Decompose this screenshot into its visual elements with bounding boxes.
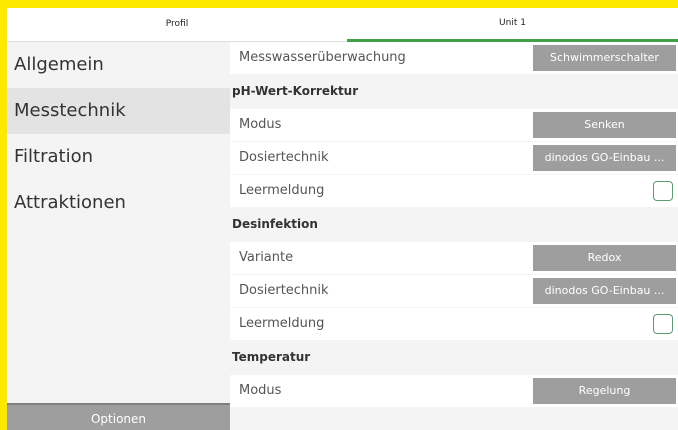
tab-unit-1[interactable]: Unit 1 (347, 8, 678, 42)
section-ph: pH-Wert-Korrektur (230, 75, 678, 108)
row-ph-leer: Leermeldung (230, 175, 678, 207)
section-title-ph: pH-Wert-Korrektur (232, 84, 359, 98)
ph-leer-label: Leermeldung (239, 183, 325, 198)
des-leer-checkbox[interactable] (653, 314, 673, 334)
row-ph-modus: Modus Senken (230, 109, 678, 141)
row-variante: Variante Redox (230, 242, 678, 274)
tab-bar: Profil Unit 1 (7, 8, 678, 42)
section-title-desinfektion: Desinfektion (232, 217, 318, 231)
sidebar-item-filtration[interactable]: Filtration (7, 134, 230, 180)
ph-leer-checkbox[interactable] (653, 181, 673, 201)
row-temp-modus: Modus Regelung (230, 375, 678, 407)
settings-panel: Messwasserüberwachung Schwimmerschalter … (230, 42, 678, 430)
temp-modus-label: Modus (239, 383, 282, 398)
des-dosier-select[interactable]: dinodos GO-Einbau ... (533, 278, 676, 304)
section-title-temperatur: Temperatur (232, 350, 311, 364)
row-des-dosier: Dosiertechnik dinodos GO-Einbau ... (230, 275, 678, 307)
section-desinfektion: Desinfektion (230, 208, 678, 241)
row-ph-dosier: Dosiertechnik dinodos GO-Einbau ... (230, 142, 678, 174)
ph-modus-select[interactable]: Senken (533, 112, 676, 138)
sidebar: Allgemein Messtechnik Filtration Attrakt… (7, 42, 230, 430)
variante-select[interactable]: Redox (533, 245, 676, 271)
variante-label: Variante (239, 250, 294, 265)
des-leer-label: Leermeldung (239, 316, 325, 331)
sidebar-item-messtechnik[interactable]: Messtechnik (7, 88, 230, 134)
ph-dosier-select[interactable]: dinodos GO-Einbau ... (533, 145, 676, 171)
sidebar-item-allgemein[interactable]: Allgemein (7, 42, 230, 88)
ph-dosier-label: Dosiertechnik (239, 150, 329, 165)
des-dosier-label: Dosiertechnik (239, 283, 329, 298)
messwasser-label: Messwasserüberwachung (239, 50, 406, 65)
temp-modus-select[interactable]: Regelung (533, 378, 676, 404)
tab-profil[interactable]: Profil (7, 8, 347, 42)
sidebar-item-attraktionen[interactable]: Attraktionen (7, 180, 230, 226)
app-window: Profil Unit 1 Allgemein Messtechnik Filt… (7, 8, 678, 430)
ph-modus-label: Modus (239, 117, 282, 132)
options-button[interactable]: Optionen (7, 403, 230, 430)
messwasser-select[interactable]: Schwimmerschalter (533, 45, 676, 71)
section-temperatur: Temperatur (230, 341, 678, 374)
row-des-leer: Leermeldung (230, 308, 678, 340)
row-messwasser: Messwasserüberwachung Schwimmerschalter (230, 42, 678, 74)
